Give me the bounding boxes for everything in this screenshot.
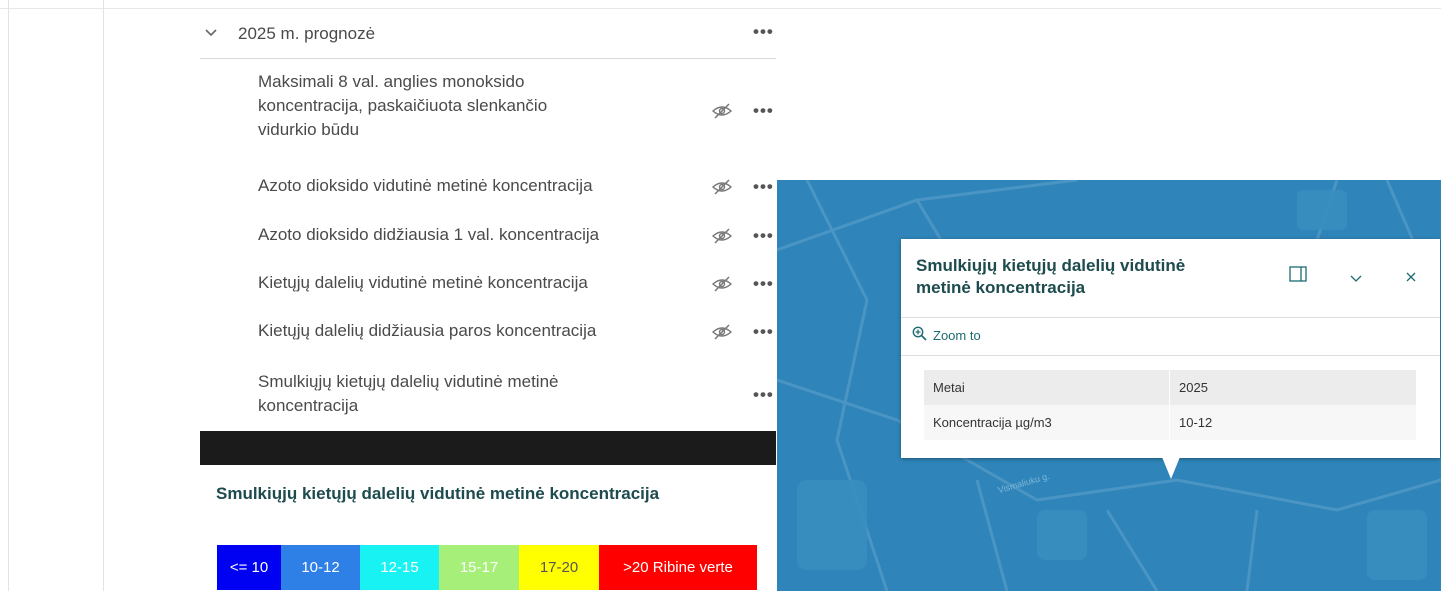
popup-title-line: metinė koncentracija [916,278,1086,297]
layer-group-title: 2025 m. prognozė [238,24,376,43]
layer-options-menu[interactable]: ••• [753,322,774,342]
visibility-off-icon[interactable] [711,178,733,196]
legend-class-swatch: <= 10 [217,545,281,590]
legend-class-label: 10-12 [301,559,340,576]
layer-group-header[interactable]: 2025 m. prognozė ••• [200,14,776,59]
panel-divider [103,0,104,591]
visibility-off-icon[interactable] [711,323,733,341]
close-icon[interactable] [1406,269,1416,287]
dock-icon[interactable] [1289,266,1307,287]
layer-title-line: vidurkio būdu [258,120,360,139]
field-value: 10-12 [1169,405,1416,440]
zoom-to-button[interactable]: Zoom to [912,326,981,344]
popup-divider [901,355,1440,356]
legend-class-swatch: 10-12 [281,545,360,590]
legend-class-label: 17-20 [539,559,579,576]
layer-title-line: koncentracija [258,396,359,415]
layer-item-no2-hourly[interactable]: Azoto dioksido didžiausia 1 val. koncent… [258,223,599,247]
chevron-down-icon[interactable] [204,26,218,41]
group-options-menu[interactable]: ••• [753,22,774,42]
legend-class-label: <= 10 [229,559,269,576]
table-row: Koncentracija µg/m3 10-12 [924,405,1416,440]
layer-item-pm10-annual[interactable]: Kietųjų dalelių vidutinė metinė koncentr… [258,271,588,295]
legend-class-label: 12-15 [380,559,419,576]
legend-header-bar [200,431,776,465]
legend-title: Smulkiųjų kietųjų dalelių vidutinė metin… [216,484,660,503]
legend-class-swatch: 15-17 [439,545,519,590]
layer-options-menu[interactable]: ••• [753,177,774,197]
layer-options-menu[interactable]: ••• [753,274,774,294]
layer-title-line: koncentracija, paskaičiuota slenkančio [258,96,548,115]
visibility-off-icon[interactable] [711,227,733,245]
zoom-to-label: Zoom to [933,327,981,343]
legend-class-swatch: 17-20 [519,545,599,590]
legend-class-label: 15-17 [459,559,499,576]
left-divider [8,0,9,591]
top-divider [0,8,1441,9]
layer-item-pm25-annual[interactable]: Smulkiųjų kietųjų dalelių vidutinė metin… [258,370,559,418]
legend-class-swatch: >20 Ribine verte [599,545,757,590]
layer-options-menu[interactable]: ••• [753,101,774,121]
field-value: 2025 [1169,370,1416,405]
layer-title-line: Smulkiųjų kietųjų dalelių vidutinė metin… [258,372,559,391]
field-name: Koncentracija µg/m3 [924,405,1170,440]
layer-options-menu[interactable]: ••• [753,226,774,246]
legend-class-swatch: 12-15 [360,545,439,590]
attribute-table: Metai 2025 Koncentracija µg/m3 10-12 [924,370,1416,440]
layer-options-menu[interactable]: ••• [753,385,774,405]
layer-item-pm10-daily[interactable]: Kietųjų dalelių didžiausia paros koncent… [258,319,596,343]
layer-title-line: Maksimali 8 val. anglies monoksido [258,72,525,91]
table-row: Metai 2025 [924,370,1416,405]
visibility-off-icon[interactable] [711,275,733,293]
zoom-in-icon [912,326,927,344]
popup-divider [901,317,1440,318]
popup-title: Smulkiųjų kietųjų dalelių vidutinė metin… [916,255,1246,299]
layer-item-no2-annual[interactable]: Azoto dioksido vidutinė metinė koncentra… [258,174,593,198]
legend-swatches: <= 10 10-12 12-15 15-17 17-20 >20 Ribine… [217,545,757,590]
layer-item-co[interactable]: Maksimali 8 val. anglies monoksido konce… [258,70,547,142]
feature-popup: Smulkiųjų kietųjų dalelių vidutinė metin… [901,239,1440,458]
popup-pointer [1162,457,1180,479]
chevron-down-icon[interactable] [1350,270,1362,288]
field-name: Metai [924,370,1170,405]
popup-title-line: Smulkiųjų kietųjų dalelių vidutinė [916,256,1186,275]
visibility-off-icon[interactable] [711,102,733,120]
legend-class-label: >20 Ribine verte [623,559,733,576]
